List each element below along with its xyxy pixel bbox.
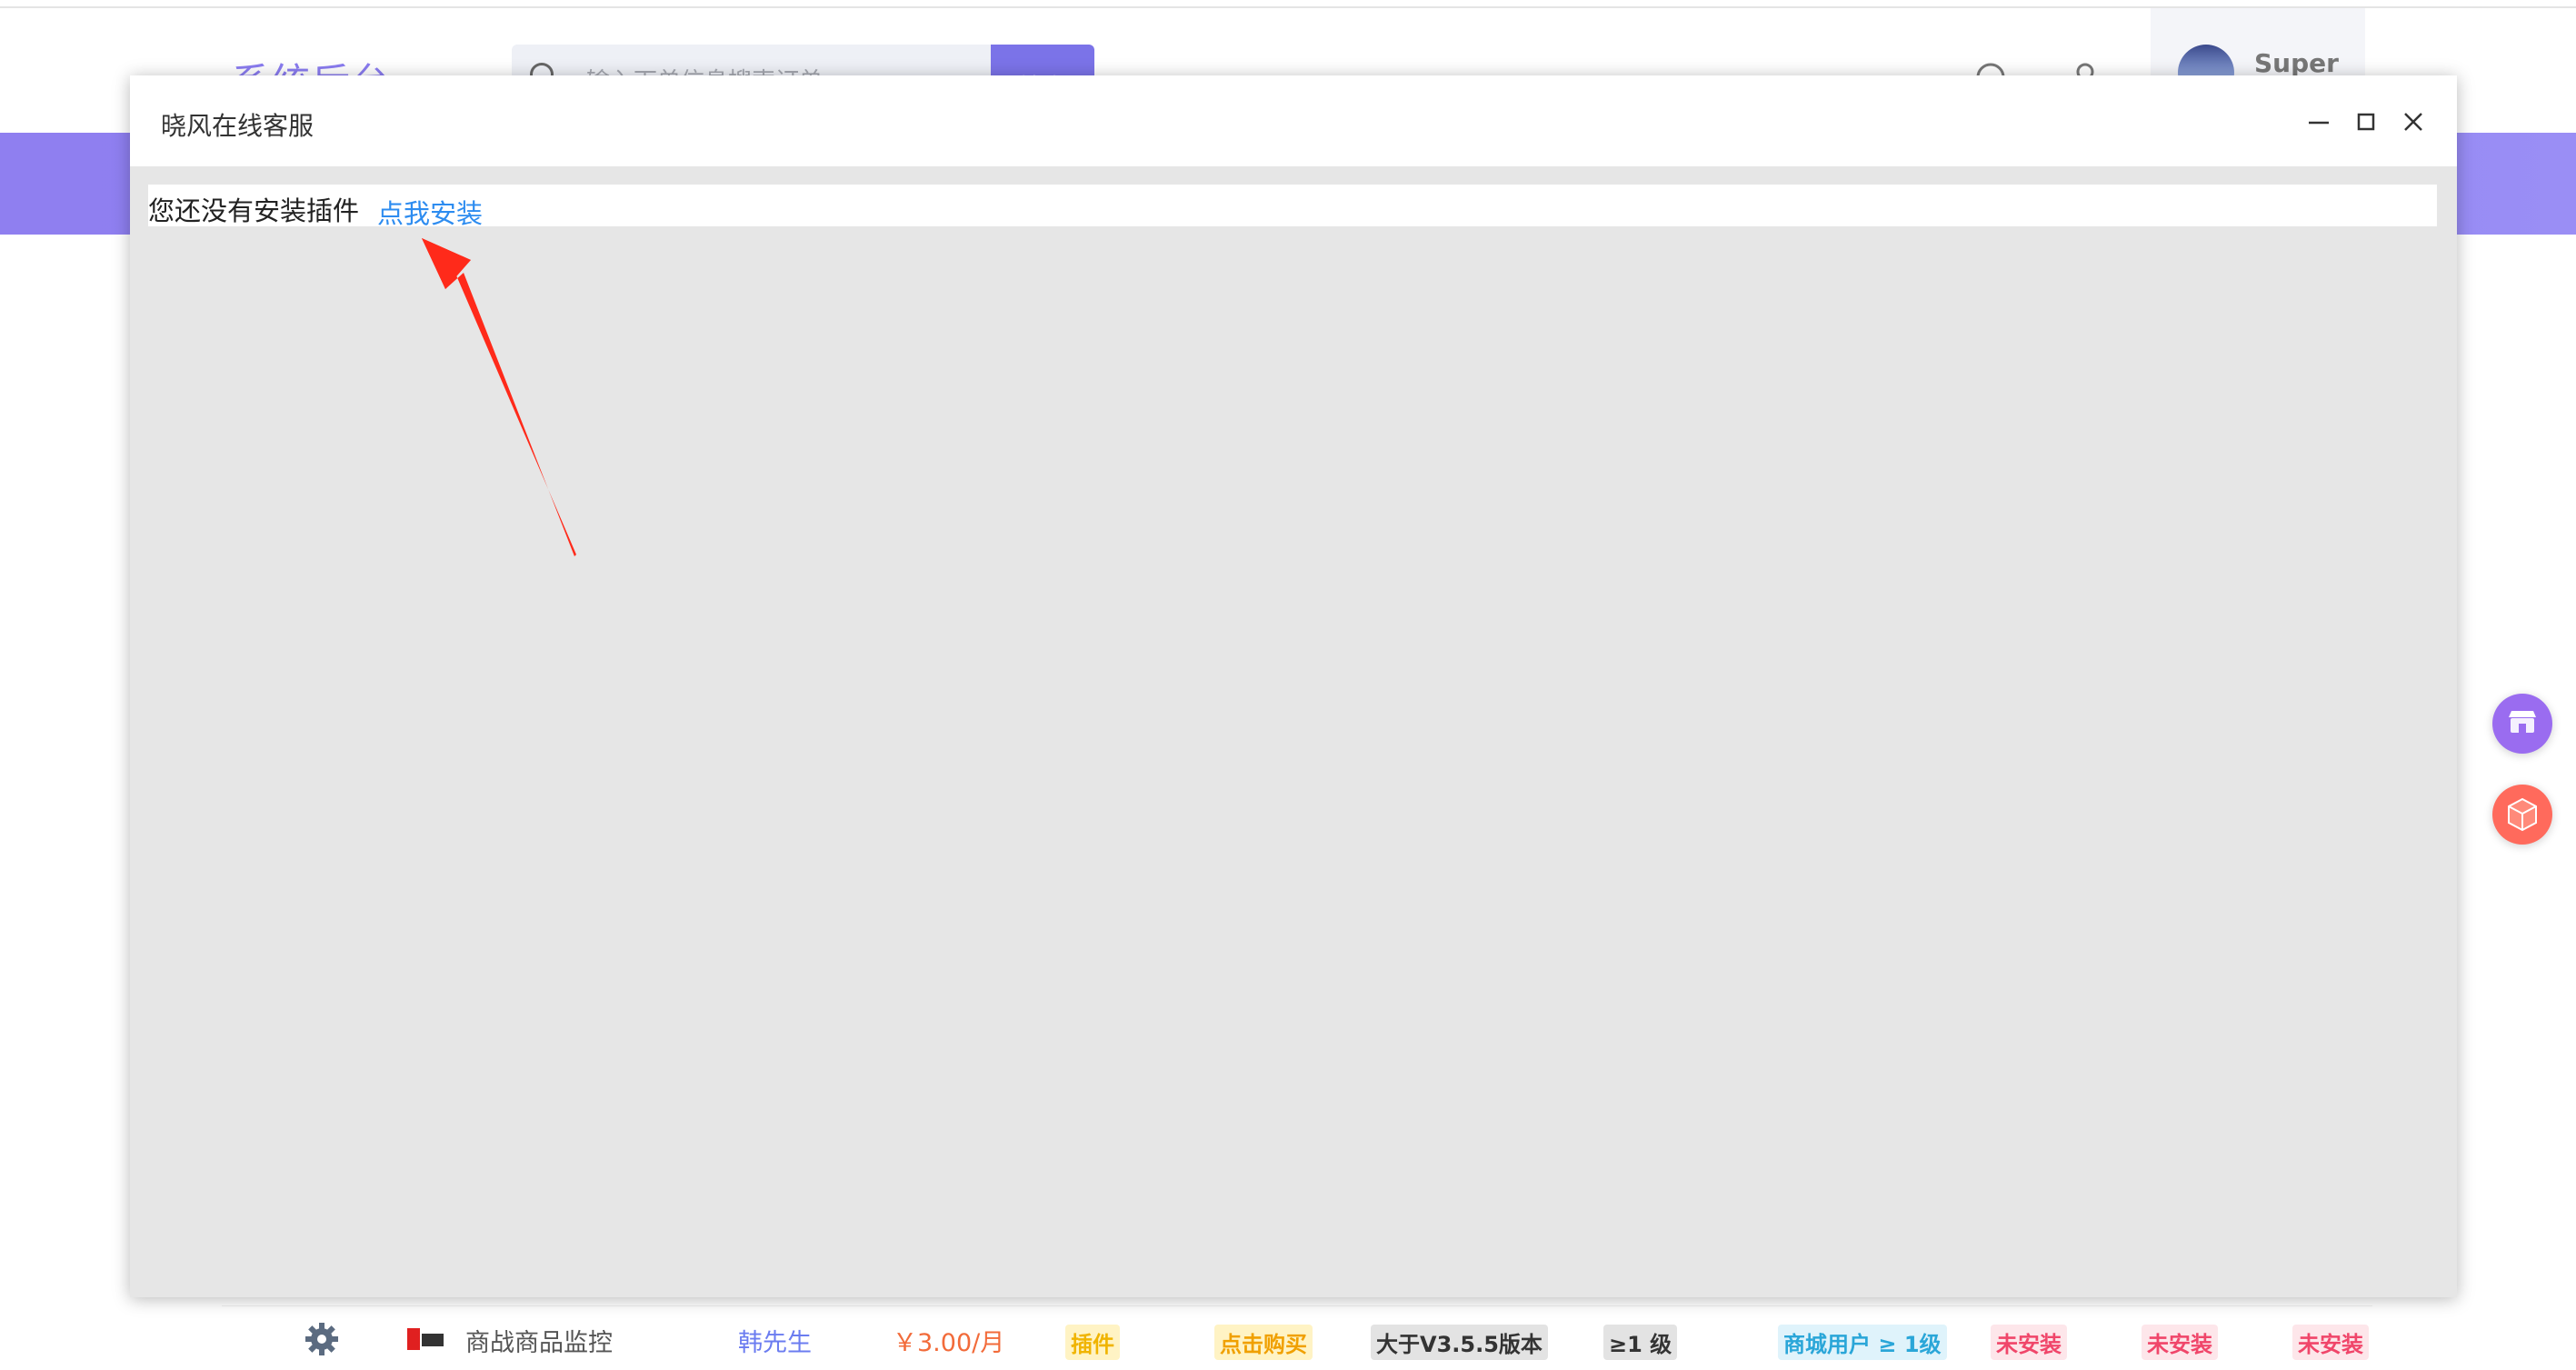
product-price: ￥3.00/月 (893, 1329, 1005, 1357)
table-row: 商战商品监控 韩先生 ￥3.00/月 插件 点击购买 大于V3.5.5版本 ≥1… (222, 1305, 2372, 1370)
level-tag: ≥1 级 (1603, 1325, 1678, 1360)
top-border (0, 0, 2576, 8)
customer-service-dialog: 晓风在线客服 您还没有安装插件 点我安装 (130, 75, 2457, 1297)
product-logo-icon (407, 1328, 444, 1350)
dialog-title: 晓风在线客服 (161, 111, 315, 141)
user-name: Super (2254, 48, 2339, 78)
buy-tag[interactable]: 点击购买 (1214, 1325, 1313, 1360)
status-badge: 未安装 (1991, 1325, 2067, 1360)
maximize-icon[interactable] (2351, 106, 2381, 137)
gear-icon[interactable] (304, 1321, 340, 1357)
status-badge: 未安装 (2142, 1325, 2218, 1360)
cube-icon (2508, 797, 2537, 832)
minimize-icon[interactable] (2303, 106, 2334, 137)
dialog-body: 您还没有安装插件 点我安装 (130, 166, 2457, 1297)
status-badge: 未安装 (2292, 1325, 2369, 1360)
plugin-notice: 您还没有安装插件 点我安装 (148, 185, 2437, 229)
package-float-button[interactable] (2492, 785, 2552, 845)
product-name: 商战商品监控 (465, 1329, 613, 1357)
product-author[interactable]: 韩先生 (738, 1323, 812, 1358)
shop-float-button[interactable] (2492, 694, 2552, 754)
store-icon (2509, 711, 2536, 733)
close-icon[interactable] (2398, 106, 2429, 137)
user-level-tag: 商城用户 ≥ 1级 (1778, 1325, 1947, 1360)
install-plugin-link[interactable]: 点我安装 (377, 193, 483, 231)
notice-text: 您还没有安装插件 (148, 195, 360, 226)
version-tag: 大于V3.5.5版本 (1371, 1325, 1548, 1360)
type-tag: 插件 (1065, 1325, 1120, 1360)
